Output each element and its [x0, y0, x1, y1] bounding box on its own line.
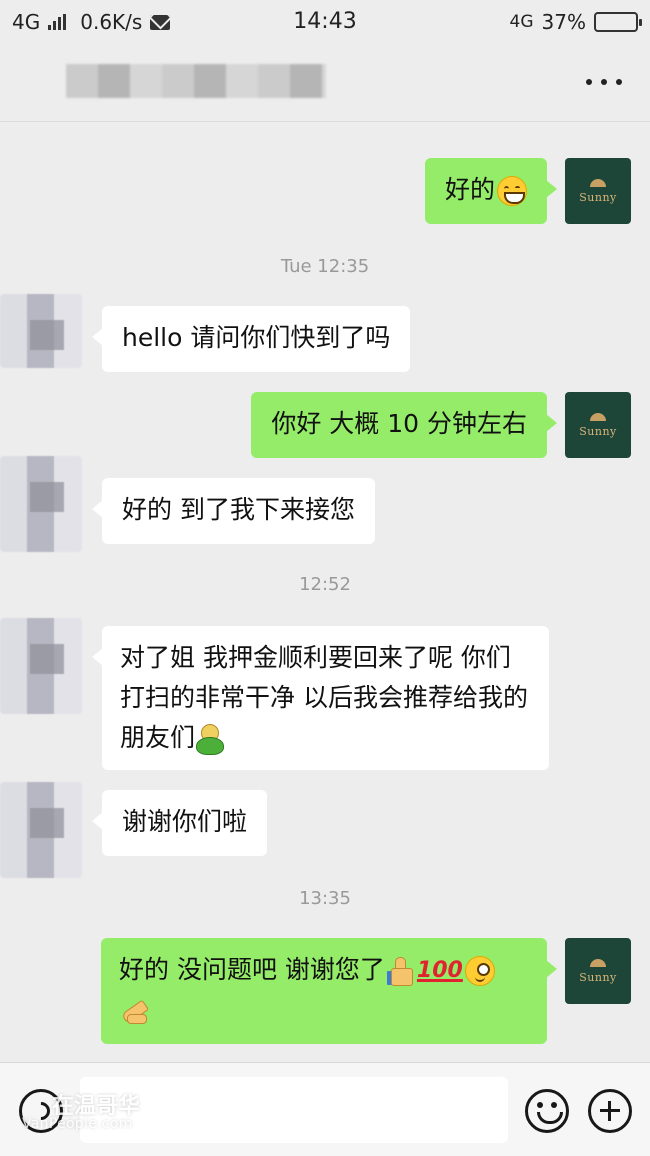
sun-logo-icon [590, 412, 606, 421]
message-list[interactable]: 好的 Sunny Tue 12:35 hello 请问你们快到了吗 你好 大概 … [0, 122, 650, 1062]
message-row: hello 请问你们快到了吗 [0, 294, 650, 372]
turtle-emoji-icon [195, 724, 225, 755]
avatar-brand-label: Sunny [579, 424, 617, 438]
message-text: 好的 没问题吧 谢谢您了 [119, 955, 385, 984]
message-row: 对了姐 我押金顺利要回来了呢 你们打扫的非常干净 以后我会推荐给我的朋友们 [0, 618, 650, 774]
emoji-picker-button[interactable] [525, 1089, 569, 1133]
message-bubble-received[interactable]: hello 请问你们快到了吗 [91, 306, 411, 372]
wink-emoji-icon [464, 956, 495, 986]
timestamp: Tue 12:35 [280, 256, 370, 277]
thumbs-up-emoji-icon [385, 957, 415, 986]
more-options-icon[interactable] [586, 74, 622, 90]
message-text: 对了姐 我押金顺利要回来了呢 你们打扫的非常干净 以后我会推荐给我的朋友们 [120, 643, 528, 752]
message-text: 好的 [444, 175, 495, 204]
contact-avatar[interactable] [0, 782, 82, 878]
my-avatar[interactable]: Sunny [565, 938, 631, 1004]
message-row: 你好 大概 10 分钟左右 Sunny [0, 392, 650, 458]
message-bubble-sent[interactable]: 好的 没问题吧 谢谢您了 100 [101, 938, 557, 1044]
contact-avatar[interactable] [0, 456, 82, 552]
message-row: 谢谢你们啦 [0, 782, 650, 878]
my-avatar[interactable]: Sunny [565, 392, 631, 458]
chat-title-blurred [66, 64, 326, 98]
message-text: hello 请问你们快到了吗 [122, 323, 391, 352]
sun-logo-icon [590, 178, 606, 187]
contact-avatar[interactable] [0, 294, 82, 368]
timestamp: 12:52 [299, 574, 351, 595]
message-bubble-sent[interactable]: 好的 [424, 158, 558, 224]
chat-header [0, 44, 650, 122]
message-row: 好的 到了我下来接您 [0, 456, 650, 552]
my-avatar[interactable]: Sunny [565, 158, 631, 224]
avatar-brand-label: Sunny [579, 190, 617, 204]
watermark: 在温哥华 VanPeople.com [0, 1086, 170, 1142]
message-row: 好的 Sunny [0, 158, 650, 224]
message-text: 好的 到了我下来接您 [122, 495, 355, 524]
status-bar: 4G 0.6K/s 14:43 4G 37% [0, 0, 650, 44]
message-bubble-received[interactable]: 谢谢你们啦 [91, 790, 268, 856]
message-bubble-received[interactable]: 好的 到了我下来接您 [92, 478, 375, 544]
ok-hand-emoji-icon [119, 998, 149, 1026]
message-text: 谢谢你们啦 [122, 807, 248, 836]
network-label-right: 4G [509, 12, 534, 32]
watermark-sub-text: VanPeople.com [22, 1116, 133, 1132]
grin-emoji-icon [497, 176, 527, 206]
contact-avatar[interactable] [0, 618, 82, 714]
status-right: 4G 37% [509, 10, 642, 34]
timestamp: 13:35 [299, 888, 351, 909]
battery-icon [594, 12, 642, 32]
hundred-points-emoji-icon: 100 [416, 958, 463, 983]
message-bubble-sent[interactable]: 你好 大概 10 分钟左右 [251, 392, 557, 458]
sun-logo-icon [590, 958, 606, 967]
more-actions-button[interactable] [588, 1089, 632, 1133]
battery-percent: 37% [541, 10, 586, 34]
message-row: 好的 没问题吧 谢谢您了 100 Sunny [0, 938, 650, 1044]
avatar-brand-label: Sunny [579, 970, 617, 984]
message-text: 你好 大概 10 分钟左右 [271, 409, 527, 438]
message-bubble-received[interactable]: 对了姐 我押金顺利要回来了呢 你们打扫的非常干净 以后我会推荐给我的朋友们 [92, 626, 549, 770]
